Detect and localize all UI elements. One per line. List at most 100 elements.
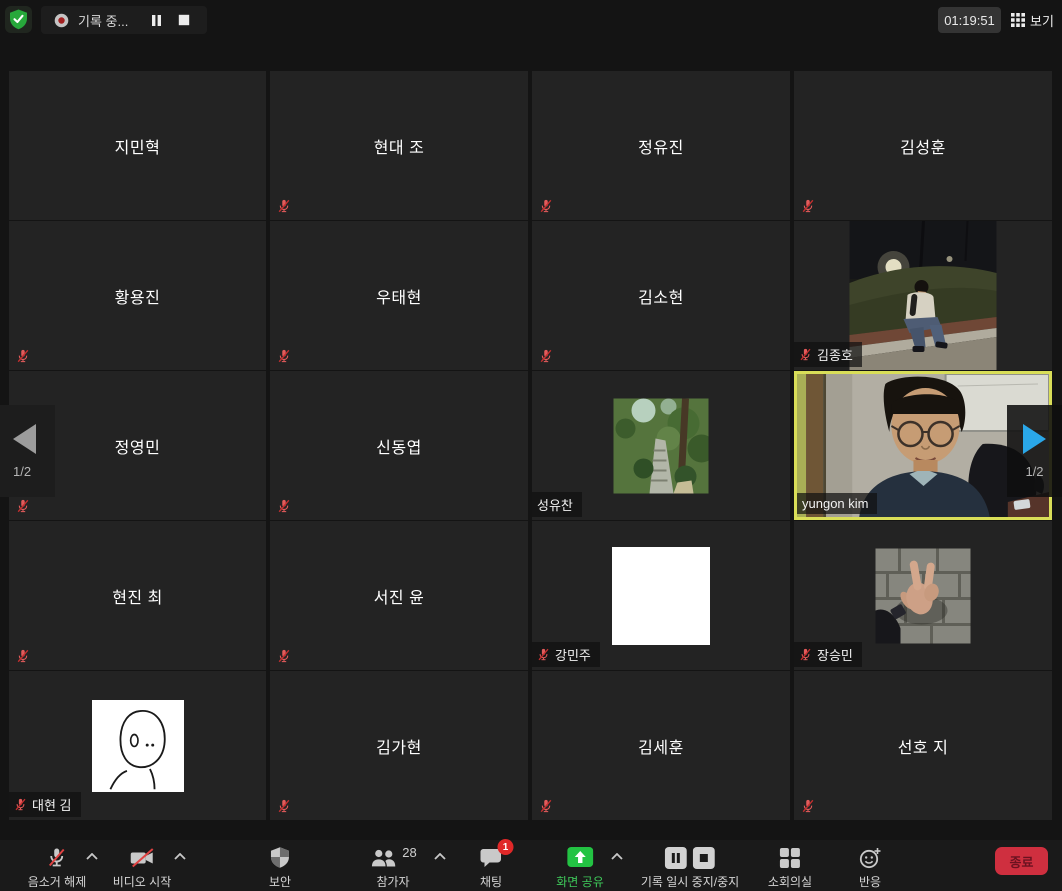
participant-avatar: [92, 700, 184, 792]
participant-name-label: 장승민: [794, 642, 862, 667]
participants-icon: [369, 847, 397, 869]
security-button[interactable]: 보안: [269, 845, 291, 890]
triangle-left-icon: [13, 424, 36, 454]
participant-name: 서진 윤: [270, 521, 528, 670]
record-pause-stop-button[interactable]: 기록 일시 중지/중지: [641, 845, 739, 890]
pause-recording-icon[interactable]: [146, 10, 166, 30]
participant-video: [850, 221, 997, 370]
meeting-timer: 01:19:51: [938, 7, 1001, 33]
participant-name: 성유찬: [537, 495, 573, 514]
tile-seojin-yoon[interactable]: 서진 윤: [270, 521, 528, 670]
participant-name: 신동엽: [270, 371, 528, 520]
reactions-smiley-icon: [858, 846, 882, 870]
meeting-topbar: 기록 중... 01:19:51 보기: [0, 0, 1062, 40]
camera-off-icon: [129, 847, 154, 869]
participant-name: 김가현: [270, 671, 528, 820]
muted-mic-icon: [277, 499, 291, 513]
mic-muted-icon: [46, 846, 68, 869]
tile-kimgahyun[interactable]: 김가현: [270, 671, 528, 820]
next-page-button[interactable]: 1/2: [1007, 405, 1062, 497]
stop-recording-icon[interactable]: [693, 847, 715, 869]
tile-shindongyeop[interactable]: 신동엽: [270, 371, 528, 520]
muted-mic-icon: [539, 349, 553, 363]
participant-name: 지민혁: [9, 71, 266, 220]
participant-name: 우태현: [270, 221, 528, 370]
breakout-rooms-button[interactable]: 소회의실: [768, 845, 812, 890]
tile-kimsunghoon[interactable]: 김성훈: [794, 71, 1052, 220]
tile-wootaehyun[interactable]: 우태현: [270, 221, 528, 370]
participants-count: 28: [402, 845, 416, 860]
view-label: 보기: [1030, 11, 1054, 30]
page-indicator: 1/2: [13, 464, 31, 479]
unmute-label: 음소거 해제: [28, 873, 87, 890]
chat-label: 채팅: [480, 873, 502, 890]
stop-recording-icon[interactable]: [174, 10, 194, 30]
previous-page-button[interactable]: 1/2: [0, 405, 55, 497]
tile-hwangyongjin[interactable]: 황용진: [9, 221, 266, 370]
tile-kimsohyun[interactable]: 김소현: [532, 221, 790, 370]
tile-sunho-ji[interactable]: 선호 지: [794, 671, 1052, 820]
unmute-button[interactable]: 음소거 해제: [28, 845, 87, 890]
pause-recording-icon[interactable]: [665, 847, 687, 869]
tile-daehyun-kim[interactable]: 대현 김: [9, 671, 266, 820]
participant-name: 현진 최: [9, 521, 266, 670]
triangle-right-icon: [1023, 424, 1046, 454]
record-pause-stop-label: 기록 일시 중지/중지: [641, 873, 739, 890]
tile-sungyuchan[interactable]: 성유찬: [532, 371, 790, 520]
page-indicator: 1/2: [1025, 464, 1043, 479]
participant-name: 정유진: [532, 71, 790, 220]
shield-check-icon: [9, 9, 28, 30]
muted-mic-icon: [537, 648, 550, 661]
participants-options-caret[interactable]: [434, 853, 446, 860]
chat-unread-badge: 1: [498, 839, 514, 855]
muted-mic-icon: [16, 649, 30, 663]
tile-hyundae-jo[interactable]: 현대 조: [270, 71, 528, 220]
end-meeting-button[interactable]: 종료: [995, 847, 1048, 875]
muted-mic-icon: [16, 499, 30, 513]
participant-name: 장승민: [817, 645, 853, 664]
breakout-rooms-icon: [779, 847, 801, 869]
tile-jiminhyuk[interactable]: 지민혁: [9, 71, 266, 220]
tile-kimjongho[interactable]: 김종호: [794, 221, 1052, 370]
audio-options-caret[interactable]: [86, 853, 98, 860]
participant-name: 김종호: [817, 345, 853, 364]
participant-name: 김세훈: [532, 671, 790, 820]
participant-name-label: 강민주: [532, 642, 600, 667]
participant-name: 황용진: [9, 221, 266, 370]
participant-name: 강민주: [555, 645, 591, 664]
start-video-button[interactable]: 비디오 시작: [113, 845, 172, 890]
muted-mic-icon: [277, 349, 291, 363]
tile-hyunjin-choi[interactable]: 현진 최: [9, 521, 266, 670]
tile-jungyujin[interactable]: 정유진: [532, 71, 790, 220]
video-options-caret[interactable]: [174, 853, 186, 860]
muted-mic-icon: [277, 199, 291, 213]
grid-view-icon: [1011, 13, 1025, 27]
share-screen-icon: [567, 847, 593, 868]
share-screen-button[interactable]: 화면 공유: [556, 845, 604, 890]
participant-name: yungon kim: [802, 496, 868, 511]
muted-mic-icon: [277, 799, 291, 813]
participant-grid: 지민혁 현대 조 정유진 김성훈 황용진 우태현 김소현: [9, 71, 1052, 820]
recording-indicator: 기록 중...: [41, 6, 207, 34]
muted-mic-icon: [539, 799, 553, 813]
tile-kimsehoon[interactable]: 김세훈: [532, 671, 790, 820]
muted-mic-icon: [16, 349, 30, 363]
view-button[interactable]: 보기: [1007, 8, 1058, 32]
participant-avatar: [876, 548, 971, 643]
meeting-toolbar: 음소거 해제 비디오 시작 보안: [0, 840, 1062, 891]
participant-name-label: yungon kim: [797, 493, 877, 514]
reactions-button[interactable]: 반응: [858, 845, 882, 890]
breakout-rooms-label: 소회의실: [768, 873, 812, 890]
muted-mic-icon: [799, 348, 812, 361]
share-options-caret[interactable]: [611, 853, 623, 860]
security-shield-badge[interactable]: [5, 6, 32, 33]
tile-jangseungmin[interactable]: 장승민: [794, 521, 1052, 670]
muted-mic-icon: [539, 199, 553, 213]
recording-label: 기록 중...: [78, 11, 128, 30]
tile-kangminju[interactable]: 강민주: [532, 521, 790, 670]
chat-button[interactable]: 1 채팅: [480, 845, 503, 890]
muted-mic-icon: [801, 199, 815, 213]
security-shield-icon: [270, 846, 290, 869]
participants-button[interactable]: 28 참가자: [369, 845, 416, 890]
participant-avatar: [612, 547, 710, 645]
